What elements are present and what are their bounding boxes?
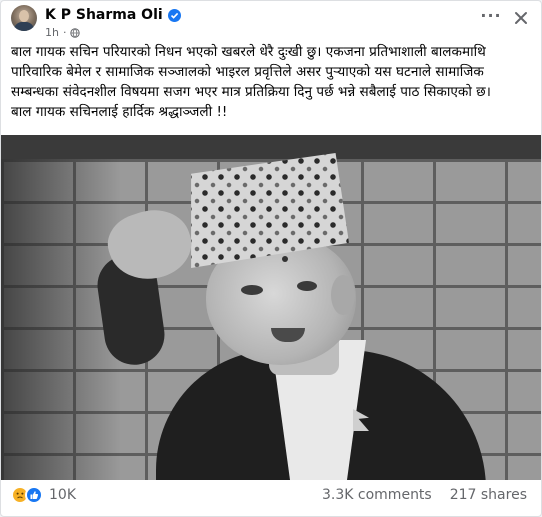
photo-tika: [282, 256, 288, 262]
facebook-post-card: K P Sharma Oli 1h · ··· बाल गायक सचिन पर…: [0, 0, 542, 517]
verified-badge-icon: [167, 8, 181, 22]
post-text-line: सम्बन्धका संवेदनशील विषयमा सजग भएर मात्र…: [11, 84, 491, 100]
avatar-shirt: [14, 22, 34, 31]
avatar-face: [19, 10, 29, 22]
post-time[interactable]: 1h: [45, 26, 59, 39]
author-avatar[interactable]: [11, 5, 37, 31]
author-name[interactable]: K P Sharma Oli: [45, 7, 163, 23]
post-meta: 1h ·: [45, 26, 81, 39]
reaction-count: 10K: [49, 487, 76, 503]
photo-eye-right: [297, 281, 317, 291]
post-text-line: पारिवारिक बेमेल र सामाजिक सञ्जालको भाइरल…: [11, 64, 484, 80]
post-text-line: बाल गायक सचिन परियारको निधन भएको खबरले ध…: [11, 44, 486, 60]
post-header: K P Sharma Oli 1h · ···: [11, 5, 531, 41]
author-name-row: K P Sharma Oli: [45, 7, 181, 23]
photo-dark-top: [1, 135, 541, 159]
post-message: बाल गायक सचिन परियारको निधन भएको खबरले ध…: [11, 42, 533, 122]
more-options-button[interactable]: ···: [479, 8, 503, 29]
comments-count-link[interactable]: 3.3K comments: [322, 487, 432, 503]
reactions-summary[interactable]: 10K: [11, 486, 76, 504]
post-text-line: बाल गायक सचिनलाई हार्दिक श्रद्धाञ्जली !!: [11, 104, 228, 120]
like-reaction-icon: [25, 486, 43, 504]
shares-count-link[interactable]: 217 shares: [450, 487, 527, 503]
photo-ear: [331, 275, 355, 315]
photo-eye-left: [241, 285, 263, 295]
engagement-stats: 3.3K comments 217 shares: [322, 487, 527, 503]
meta-separator: ·: [62, 26, 67, 39]
close-icon[interactable]: [511, 8, 531, 28]
post-photo[interactable]: [1, 135, 541, 480]
post-footer: 10K 3.3K comments 217 shares: [11, 482, 531, 510]
globe-icon[interactable]: [70, 27, 81, 38]
